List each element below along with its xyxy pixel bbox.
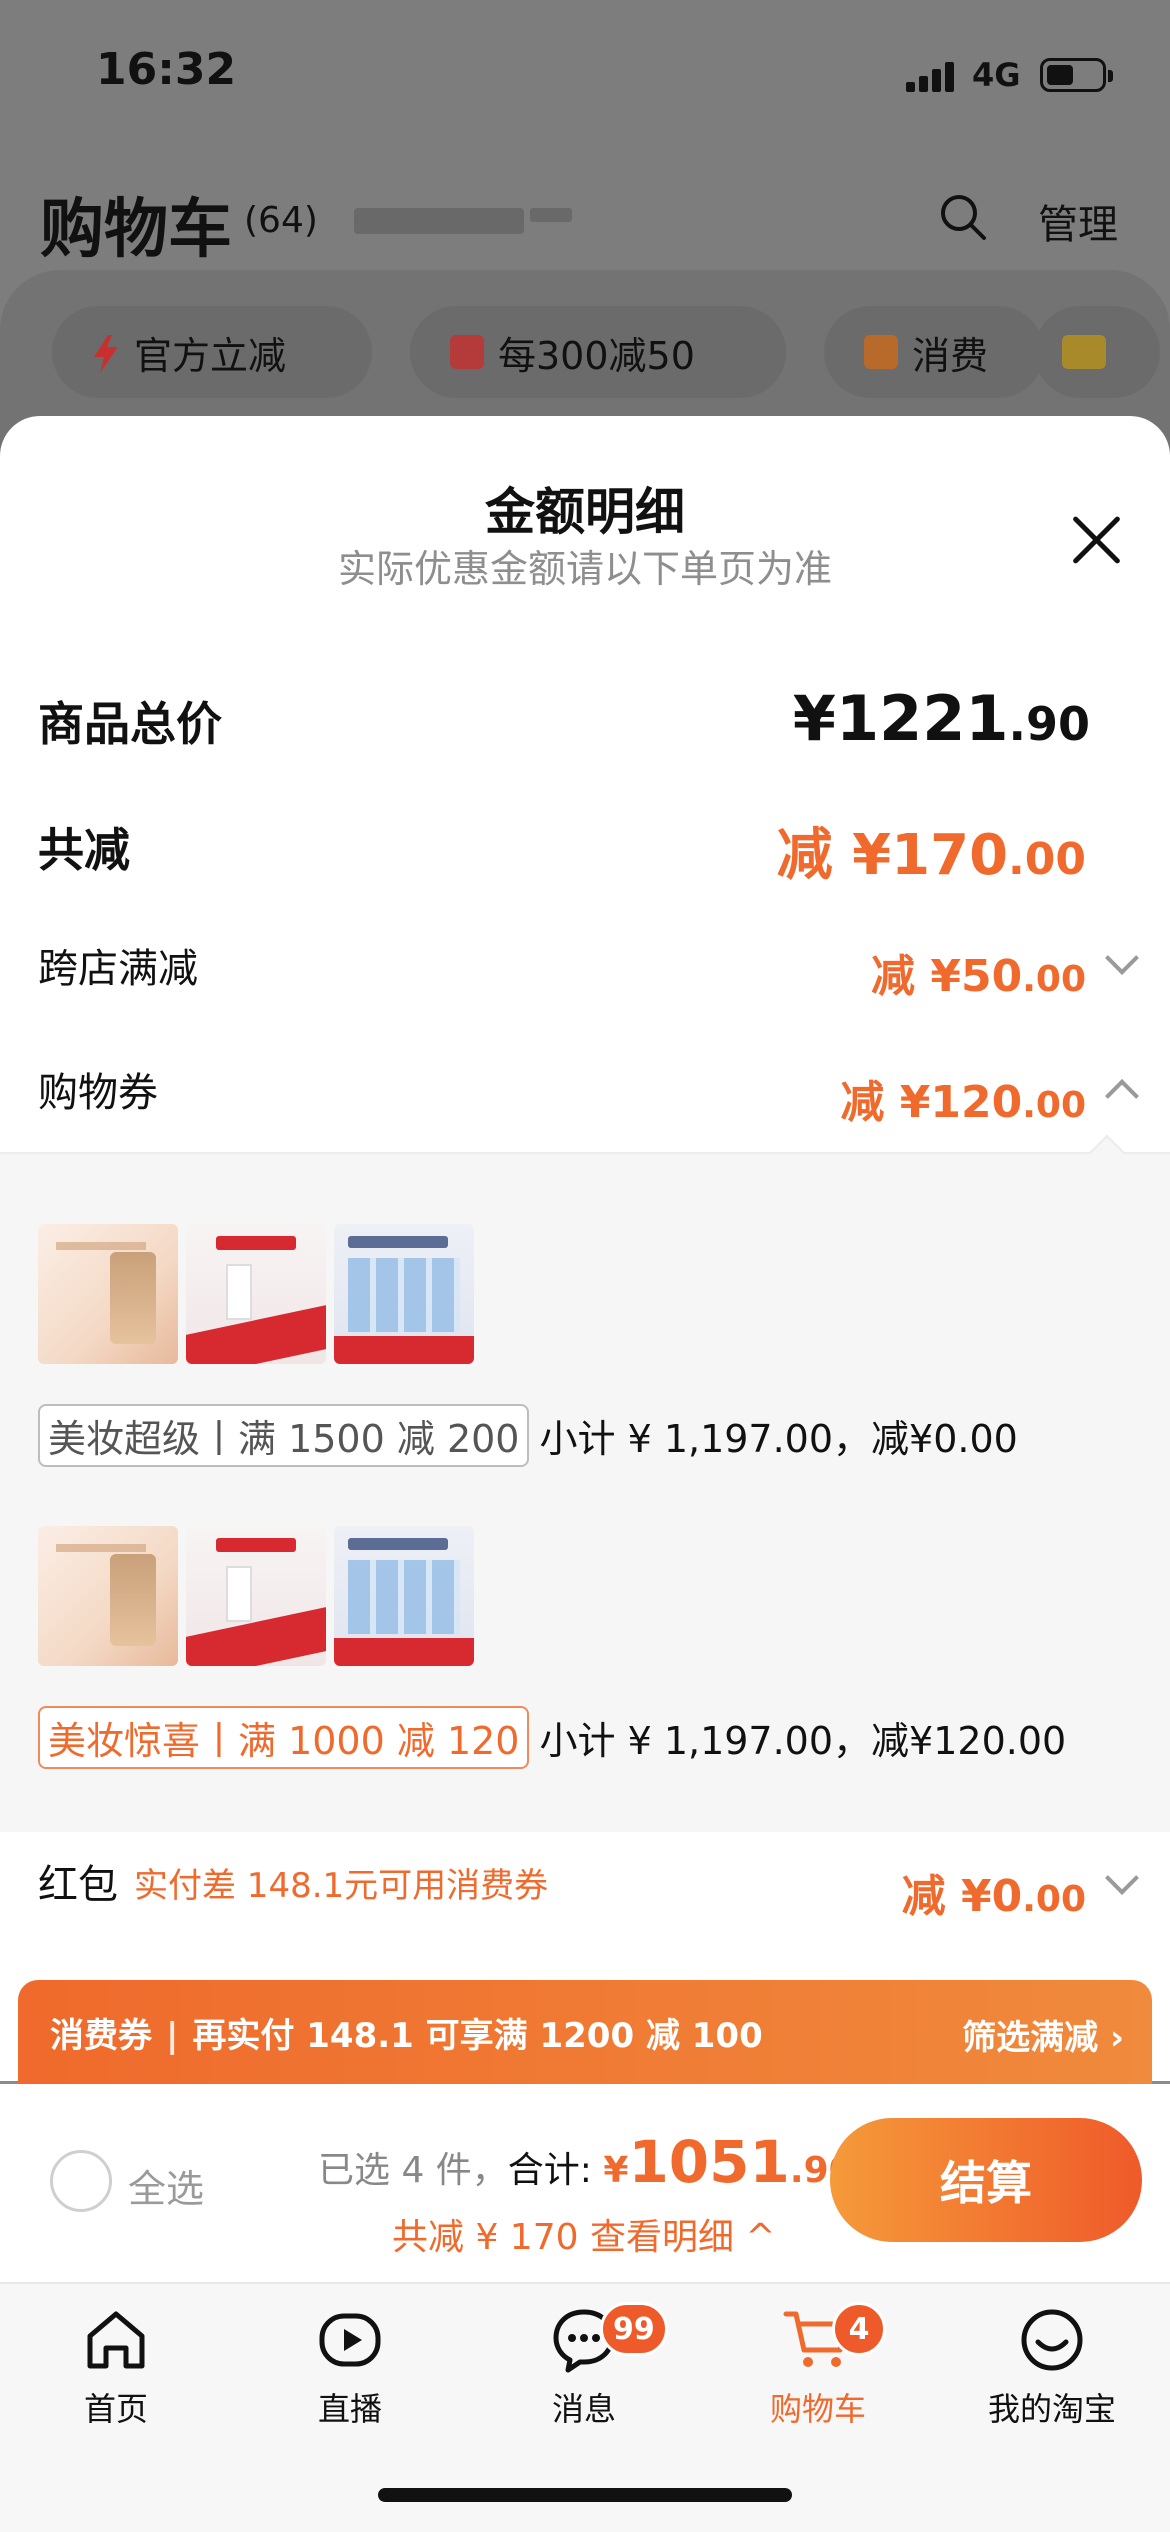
- product-thumbnails: [38, 1526, 474, 1666]
- blurred-address-tail: [530, 208, 572, 222]
- chevron-down-icon[interactable]: [1105, 1861, 1139, 1895]
- battery-icon: [1040, 58, 1113, 92]
- red-packet-value: 减 ¥0.00: [901, 1871, 1086, 1922]
- total-discount-label: 共减: [38, 823, 130, 877]
- cart-title: 购物车: [40, 193, 232, 267]
- coupon-group-2: 美妆惊喜丨满 1000 减 120 小计 ¥ 1,197.00，减¥120.00: [38, 1706, 1066, 1769]
- tab-home[interactable]: 首页: [16, 2304, 216, 2444]
- status-bar: 16:32 4G: [0, 0, 1170, 140]
- product-thumb-foundation[interactable]: [38, 1526, 178, 1666]
- checkout-bar: 全选 已选 4 件，合计: ¥1051.90 共减 ¥ 170 查看明细 ^ 结…: [0, 2084, 1170, 2282]
- cart-badge: 4: [832, 2302, 886, 2356]
- promo-subtotal: 小计 ¥ 1,197.00，减¥0.00: [539, 1417, 1018, 1461]
- total-price-value: ¥1221.90: [792, 682, 1090, 755]
- search-icon[interactable]: [938, 192, 988, 242]
- message-badge: 99: [600, 2302, 668, 2356]
- manage-button[interactable]: 管理: [1038, 192, 1118, 250]
- chip-per-300-off-50[interactable]: 每300减50: [410, 306, 786, 398]
- total-price-label: 商品总价: [38, 697, 222, 751]
- banner-text: 再实付 148.1 可享满 1200 减 100: [192, 2015, 763, 2056]
- lightning-icon: [92, 335, 120, 373]
- status-time: 16:32: [96, 44, 237, 95]
- product-thumb-mask[interactable]: [334, 1224, 474, 1364]
- product-thumb-mask[interactable]: [334, 1526, 474, 1666]
- close-icon[interactable]: [1068, 512, 1124, 568]
- cart-header: 购物车 (64) 管理: [40, 178, 1140, 267]
- chevron-up-icon[interactable]: [1105, 1079, 1139, 1113]
- view-detail-link[interactable]: 共减 ¥ 170 查看明细 ^: [392, 2208, 776, 2260]
- select-all-label[interactable]: 全选: [128, 2158, 204, 2213]
- promo-subtotal: 小计 ¥ 1,197.00，减¥120.00: [539, 1719, 1067, 1763]
- blurred-address: [354, 208, 524, 234]
- selection-summary: 已选 4 件，合计: ¥1051.90: [318, 2128, 854, 2196]
- tab-profile[interactable]: 我的淘宝: [952, 2304, 1152, 2444]
- red-packet-note: 实付差 148.1元可用消费券: [134, 1866, 549, 1906]
- chip-consume[interactable]: 消费: [824, 306, 1044, 398]
- folder-icon: [1062, 335, 1106, 369]
- total-discount-value: 减 ¥170.00: [776, 823, 1086, 888]
- profile-icon: [1021, 2309, 1083, 2371]
- tab-cart[interactable]: 购物车 4: [718, 2302, 918, 2444]
- chevron-down-icon[interactable]: [1105, 941, 1139, 975]
- cross-store-value: 减 ¥50.00: [871, 951, 1086, 1002]
- coupon-group-1: 美妆超级丨满 1500 减 200 小计 ¥ 1,197.00，减¥0.00: [38, 1404, 1018, 1467]
- filter-discount-link[interactable]: 筛选满减 ›: [962, 2010, 1124, 2059]
- banner-tag: 消费券: [50, 2015, 152, 2056]
- promo-tag: 美妆超级丨满 1500 减 200: [38, 1404, 530, 1467]
- product-thumbnails: [38, 1224, 474, 1364]
- network-label: 4G: [972, 56, 1021, 94]
- red-packet-label: 红包: [38, 1862, 118, 1908]
- promo-tag-active: 美妆惊喜丨满 1000 减 120: [38, 1706, 530, 1769]
- store-icon: [450, 335, 484, 369]
- cross-store-label: 跨店满减: [38, 946, 198, 992]
- product-thumb-serum[interactable]: [186, 1224, 326, 1364]
- sheet-title: 金额明细: [485, 483, 685, 541]
- coupon-icon: [864, 335, 898, 369]
- cart-count: (64): [244, 200, 318, 241]
- shopping-coupon-label: 购物券: [38, 1070, 158, 1116]
- signal-icon: [906, 60, 956, 92]
- chip-official-discount[interactable]: 官方立减: [52, 306, 372, 398]
- amount-detail-sheet: 金额明细 实际优惠金额请以下单页为准 商品总价 ¥1221.90 共减 减 ¥1…: [0, 416, 1170, 2081]
- live-icon: [319, 2313, 381, 2367]
- select-all-radio[interactable]: [50, 2150, 112, 2212]
- tab-message[interactable]: 消息 99: [484, 2302, 684, 2444]
- coupon-banner[interactable]: 消费券 | 再实付 148.1 可享满 1200 减 100 筛选满减 ›: [18, 1980, 1152, 2084]
- product-thumb-foundation[interactable]: [38, 1224, 178, 1364]
- product-thumb-serum[interactable]: [186, 1526, 326, 1666]
- shopping-coupon-value: 减 ¥120.00: [840, 1077, 1086, 1128]
- home-icon: [87, 2311, 145, 2369]
- tab-live[interactable]: 直播: [250, 2304, 450, 2444]
- coupon-detail-panel: 美妆超级丨满 1500 减 200 小计 ¥ 1,197.00，减¥0.00 美…: [0, 1134, 1170, 1832]
- folder-button[interactable]: [1034, 306, 1160, 398]
- home-indicator: [378, 2488, 792, 2502]
- background-page: 16:32 4G 购物车 (64) 管理 官方立减 每300减50 消费: [0, 0, 1170, 460]
- checkout-button[interactable]: 结算: [830, 2118, 1142, 2242]
- sheet-subtitle: 实际优惠金额请以下单页为准: [337, 547, 832, 591]
